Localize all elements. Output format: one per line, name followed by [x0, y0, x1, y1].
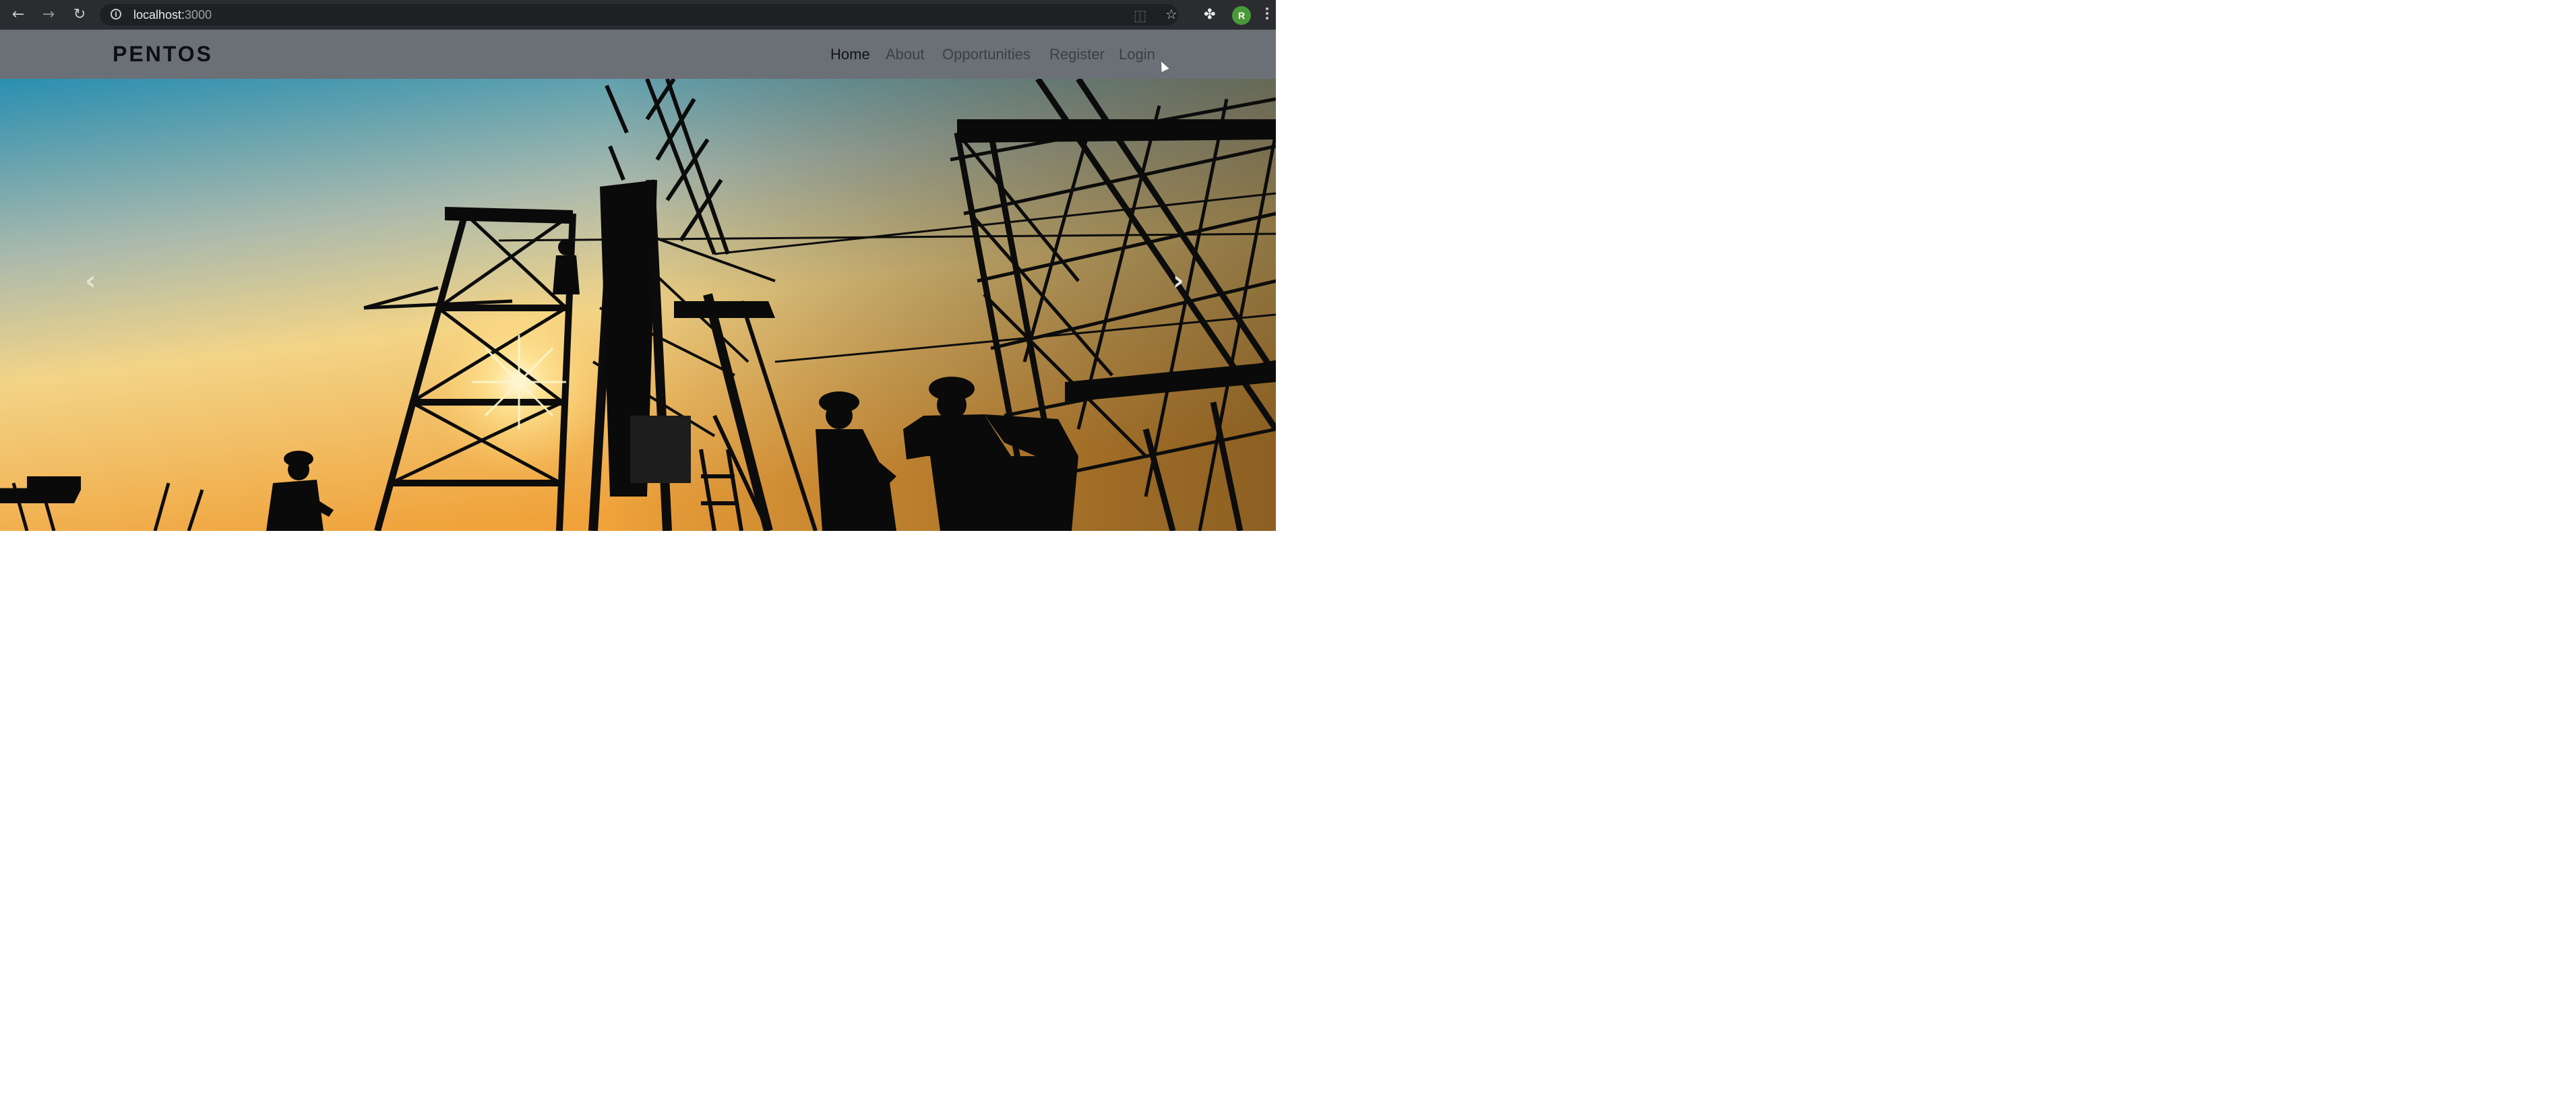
browser-window: ← → ↻ i localhost:3000 ⿰ ☆ ✤ R PENTOS Ho… — [0, 0, 1276, 531]
carousel-next-icon[interactable]: › — [1173, 267, 1184, 294]
back-arrow-icon[interactable]: ← — [9, 6, 27, 24]
browser-toolbar: ← → ↻ i localhost:3000 ⿰ ☆ ✤ R — [0, 0, 1276, 30]
forward-arrow-icon[interactable]: → — [40, 6, 57, 24]
url-port: 3000 — [185, 8, 212, 22]
profile-avatar[interactable]: R — [1232, 6, 1251, 25]
star-icon[interactable]: ☆ — [1165, 6, 1177, 22]
carousel-prev-icon[interactable]: ‹ — [85, 267, 96, 294]
address-bar[interactable]: i localhost:3000 ⿰ ☆ — [100, 4, 1178, 26]
nav-about[interactable]: About — [886, 46, 925, 63]
mouse-cursor — [1157, 60, 1169, 72]
nav-home[interactable]: Home — [830, 46, 870, 63]
translate-icon[interactable]: ⿰ — [1134, 7, 1146, 24]
reload-icon[interactable]: ↻ — [71, 6, 88, 24]
url-text[interactable]: localhost:3000 — [133, 8, 212, 22]
url-host: localhost: — [133, 8, 185, 22]
kebab-menu-icon[interactable] — [1266, 7, 1270, 20]
hero-carousel: ‹ › — [0, 79, 1276, 531]
brand-logo[interactable]: PENTOS — [113, 42, 213, 67]
nav-login[interactable]: Login — [1119, 46, 1155, 63]
nav-opportunities[interactable]: Opportunities — [942, 46, 1031, 63]
info-icon[interactable]: i — [111, 9, 121, 20]
site-navbar: PENTOS Home About Opportunities Register… — [0, 30, 1276, 79]
nav-register[interactable]: Register — [1049, 46, 1105, 63]
hero-image — [0, 79, 1276, 531]
extensions-icon[interactable]: ✤ — [1204, 6, 1216, 22]
